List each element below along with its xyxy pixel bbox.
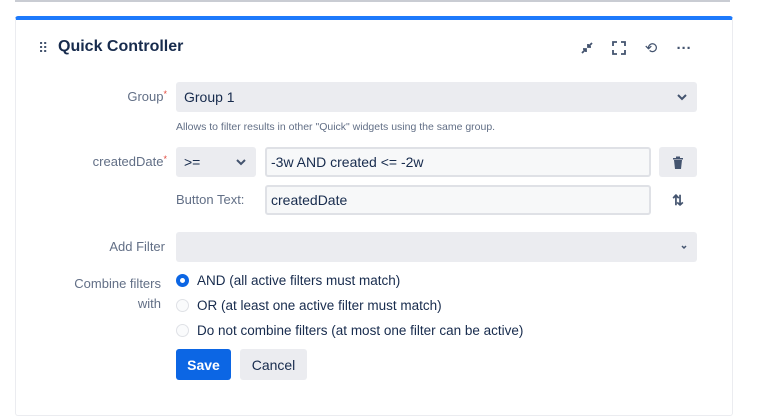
fullscreen-icon[interactable] <box>609 38 629 58</box>
collapse-icon[interactable] <box>577 38 597 58</box>
chevron-down-icon <box>681 245 687 250</box>
combine-filters-label: Combine filters with <box>74 276 161 311</box>
refresh-icon[interactable]: ⟲ <box>641 38 661 58</box>
add-filter-select[interactable] <box>176 232 697 262</box>
radio-button[interactable] <box>176 299 189 312</box>
quick-controller-widget <box>15 16 733 416</box>
widget-title: Quick Controller <box>58 38 184 55</box>
button-text-input[interactable]: createdDate <box>265 185 651 215</box>
radio-and[interactable]: AND (all active filters must match) <box>176 273 400 288</box>
button-text-label: Button Text: <box>176 192 245 207</box>
radio-do-not-combine[interactable]: Do not combine filters (at most one filt… <box>176 323 523 338</box>
group-help-text: Allows to filter results in other "Quick… <box>176 121 496 133</box>
chevron-down-icon <box>677 94 687 101</box>
group-label: Group* <box>127 89 167 104</box>
drag-handle-icon[interactable]: ⠿ <box>38 40 48 57</box>
operator-select[interactable]: >= <box>176 147 256 177</box>
add-filter-label: Add Filter <box>109 239 165 254</box>
more-icon[interactable]: ··· <box>674 38 694 58</box>
created-date-value-input[interactable]: -3w AND created <= -2w <box>265 147 651 177</box>
save-button[interactable]: Save <box>176 349 231 380</box>
sort-icon[interactable]: ⇅ <box>668 190 688 210</box>
radio-button-checked[interactable] <box>176 274 189 287</box>
trash-icon <box>673 156 683 169</box>
chevron-down-icon <box>236 159 246 166</box>
cancel-button[interactable]: Cancel <box>240 349 307 380</box>
radio-or[interactable]: OR (at least one active filter must matc… <box>176 298 442 313</box>
group-select[interactable]: Group 1 <box>176 82 697 112</box>
radio-button[interactable] <box>176 324 189 337</box>
top-divider <box>15 0 730 2</box>
created-date-label: createdDate* <box>92 154 167 169</box>
delete-filter-button[interactable] <box>659 147 697 177</box>
